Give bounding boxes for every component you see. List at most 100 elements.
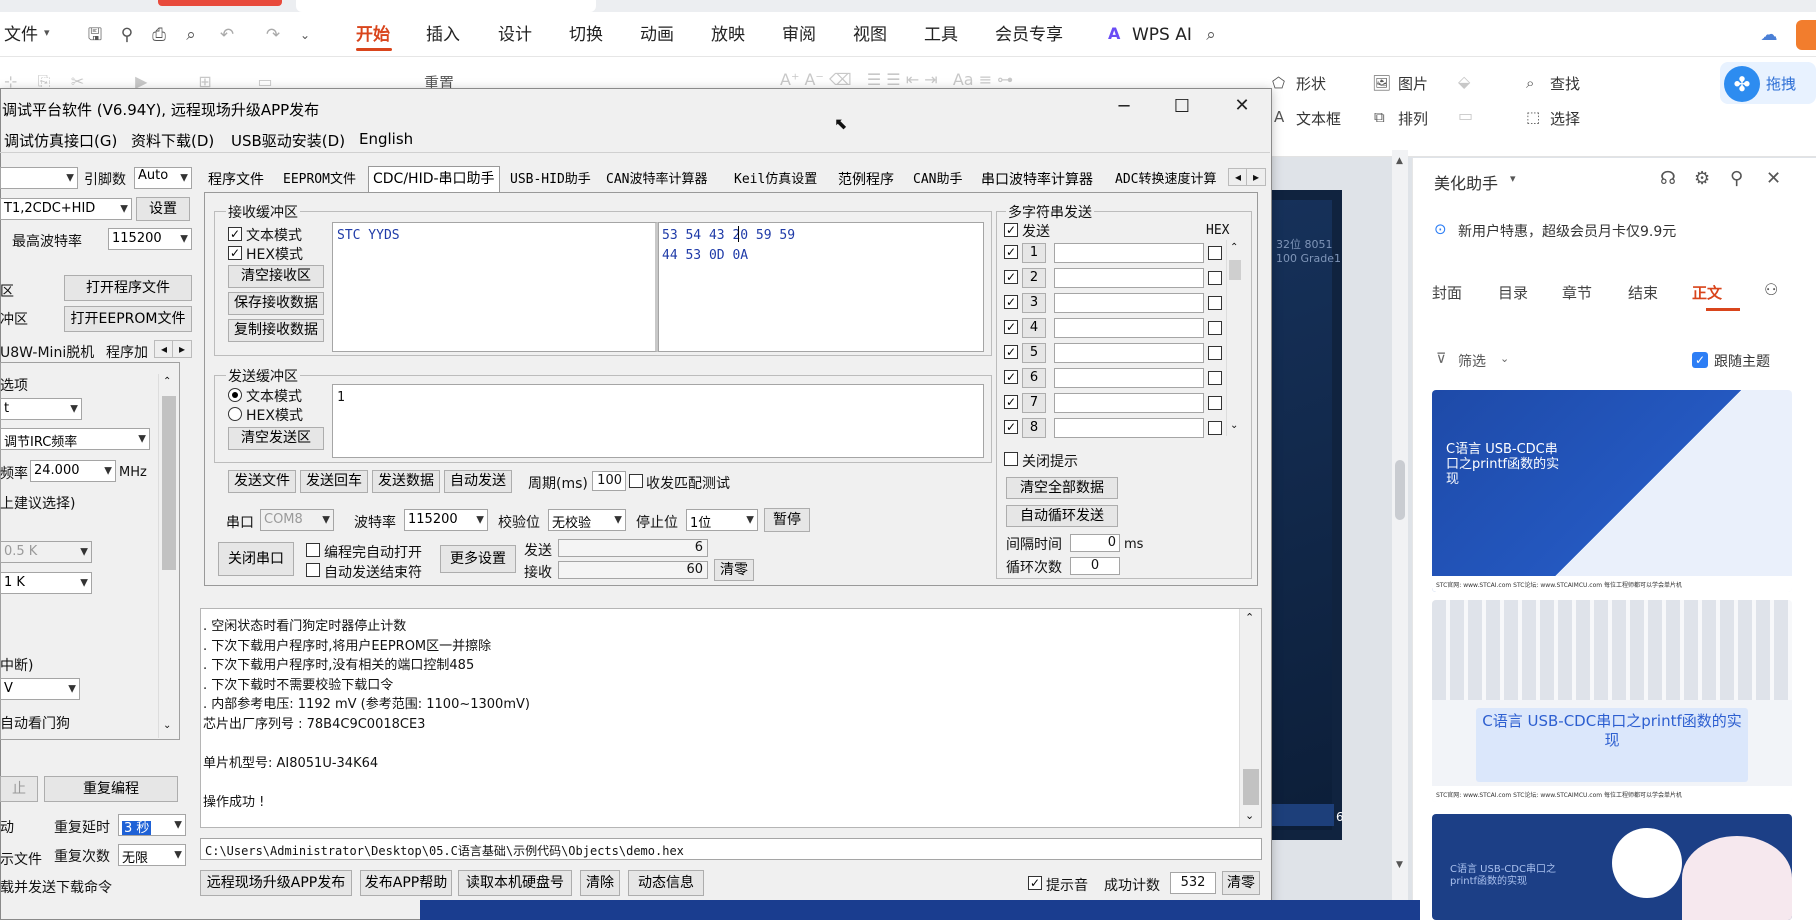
template-thumbnail-2[interactable]: C语言 USB-CDC串口之printf函数的实现 STC官网: www.STC… <box>1432 600 1792 802</box>
auto-send-end-checkbox[interactable] <box>306 563 320 577</box>
wps-document-tab-red[interactable] <box>158 0 282 6</box>
scroll-thumb[interactable] <box>1395 460 1405 520</box>
send-return-button[interactable]: 发送回车 <box>300 470 368 493</box>
multi-row-hex-checkbox[interactable] <box>1208 271 1222 285</box>
multi-row-enable-checkbox[interactable]: ✓ <box>1004 370 1018 384</box>
follow-theme-checkbox[interactable]: ✓ <box>1692 352 1708 368</box>
save-icon[interactable]: 🖫 <box>82 22 108 48</box>
multi-row-input[interactable] <box>1054 368 1204 388</box>
scroll-down-icon[interactable]: ⌄ <box>163 720 171 731</box>
parity-select[interactable]: 无校验 ▼ <box>548 509 626 531</box>
tab-scroll-right-icon[interactable]: ▸ <box>1246 168 1266 186</box>
promo-text[interactable]: 新用户特惠，超级会员月卡仅9.9元 <box>1458 221 1676 241</box>
clear-all-data-button[interactable]: 清空全部数据 <box>1006 477 1118 499</box>
shape-icon[interactable]: ⬠ <box>1272 74 1285 92</box>
tab-scroll-right-icon[interactable]: ▸ <box>172 340 192 358</box>
multi-row-input[interactable] <box>1054 393 1204 413</box>
tab-keil-settings[interactable]: Keil仿真设置 <box>734 168 817 192</box>
arrange-icon[interactable]: ⧉ <box>1374 108 1385 126</box>
tab-cdc-hid-serial[interactable]: CDC/HID-串口助手 <box>368 166 500 193</box>
multi-row-send-button[interactable]: 7 <box>1022 393 1046 413</box>
picture-icon[interactable]: 🖼 <box>1372 74 1391 92</box>
publish-help-button[interactable]: 发布APP帮助 <box>360 870 452 896</box>
open-eeprom-file-button[interactable]: 打开EEPROM文件 <box>64 306 192 332</box>
read-disk-id-button[interactable]: 读取本机硬盘号 <box>458 870 572 896</box>
undo-icon[interactable]: ↶ <box>214 22 240 48</box>
scroll-down-icon[interactable]: ▼ <box>1396 860 1403 870</box>
textbox-icon[interactable]: A <box>1274 108 1284 126</box>
multi-row-hex-checkbox[interactable] <box>1208 421 1222 435</box>
ribbon-picture[interactable]: 图片 <box>1398 73 1428 95</box>
wps-menu-home[interactable]: 开始 <box>356 22 390 48</box>
wps-menu-slideshow[interactable]: 放映 <box>711 22 745 48</box>
close-icon[interactable]: ✕ <box>1766 168 1781 189</box>
assistant-tab-chapter[interactable]: 章节 <box>1562 282 1592 303</box>
tab-scroll-left-icon[interactable]: ◂ <box>1228 168 1248 186</box>
reprogram-button[interactable]: 重复编程 <box>44 776 178 802</box>
multi-row-send-button[interactable]: 6 <box>1022 368 1046 388</box>
wps-menu-transition[interactable]: 切换 <box>569 22 603 48</box>
voltage-combo[interactable]: V ▼ <box>0 678 80 700</box>
eeprom-size-combo[interactable]: 0.5 K ▼ <box>0 541 92 563</box>
port-combo[interactable]: T1,2CDC+HID ▼ <box>0 198 132 220</box>
wps-menu-file[interactable]: 文件 <box>4 22 38 48</box>
clear-log-button[interactable]: 清除 <box>580 870 620 896</box>
maximize-button[interactable]: ☐ <box>1162 96 1202 117</box>
assistant-tab-body[interactable]: 正文 <box>1692 282 1722 303</box>
scroll-down-icon[interactable]: ⌄ <box>1230 420 1238 431</box>
beep-checkbox[interactable]: ✓ <box>1028 876 1042 890</box>
chevron-down-icon[interactable]: ⌄ <box>292 22 318 48</box>
redo-icon[interactable]: ↷ <box>260 22 286 48</box>
multi-row-enable-checkbox[interactable]: ✓ <box>1004 270 1018 284</box>
tab-uart-baud-calc[interactable]: 串口波特率计算器 <box>981 168 1093 192</box>
scroll-up-icon[interactable]: ▲ <box>1396 156 1403 166</box>
close-hint-checkbox[interactable] <box>1004 452 1018 466</box>
multi-row-hex-checkbox[interactable] <box>1208 371 1222 385</box>
tab-program-file[interactable]: 程序文件 <box>208 168 264 192</box>
tab-can-helper[interactable]: CAN助手 <box>913 168 962 192</box>
multi-string-scrollbar[interactable]: ⌃ ⌄ <box>1226 240 1242 436</box>
ribbon-find[interactable]: 查找 <box>1550 73 1580 95</box>
match-test-checkbox[interactable] <box>629 474 643 488</box>
wps-document-tab-active[interactable] <box>296 0 596 12</box>
auto-loop-send-button[interactable]: 自动循环发送 <box>1006 505 1118 527</box>
ribbon-select[interactable]: 选择 <box>1550 108 1580 130</box>
tab-can-baud-calc[interactable]: CAN波特率计算器 <box>606 168 707 192</box>
gear-icon[interactable]: ⚙ <box>1694 168 1710 189</box>
open-program-file-button[interactable]: 打开程序文件 <box>64 275 192 301</box>
multi-row-send-button[interactable]: 2 <box>1022 268 1046 288</box>
chevron-down-icon[interactable]: ⌄ <box>1500 352 1509 365</box>
irc-frequency-combo[interactable]: 调节IRC频率 ▼ <box>0 428 150 450</box>
filter-icon[interactable]: ⊽ <box>1436 351 1446 367</box>
log-scrollbar[interactable]: ⌃ ⌄ <box>1239 609 1261 827</box>
filter-label[interactable]: 筛选 <box>1458 351 1486 371</box>
multi-row-input[interactable] <box>1054 268 1204 288</box>
template-thumbnail-3[interactable]: C语言 USB-CDC串口之printf函数的实现 <box>1432 814 1792 920</box>
multi-row-input[interactable] <box>1054 418 1204 438</box>
multi-row-input[interactable] <box>1054 243 1204 263</box>
search-icon[interactable]: ⌕ <box>1198 22 1224 48</box>
copy-receive-button[interactable]: 复制接收数据 <box>228 319 324 342</box>
tab-program-encrypt[interactable]: 程序加 <box>106 342 148 362</box>
assistant-tab-cover[interactable]: 封面 <box>1432 282 1462 303</box>
send-data-button[interactable]: 发送数据 <box>372 470 440 493</box>
repeat-delay-combo[interactable]: 3 秒 ▼ <box>118 814 186 836</box>
scroll-up-icon[interactable]: ⌃ <box>1245 611 1254 624</box>
option-combo-1[interactable]: t ▼ <box>0 398 82 420</box>
print-icon[interactable]: ⎙ <box>146 22 172 48</box>
close-button[interactable]: ✕ <box>1222 95 1262 116</box>
send-file-button[interactable]: 发送文件 <box>228 470 296 493</box>
repeat-count-combo[interactable]: 无限 ▼ <box>118 844 186 866</box>
clear-send-button[interactable]: 清空发送区 <box>228 427 324 450</box>
output-log[interactable]: . 空闲状态时看门狗定时器停止计数 . 下次下载用户程序时,将用户EEPROM区一… <box>200 608 1262 828</box>
auto-open-checkbox[interactable] <box>306 543 320 557</box>
cloud-upload-icon[interactable]: ☁ <box>1756 22 1782 48</box>
wps-menu-design[interactable]: 设计 <box>498 22 532 48</box>
multi-row-send-button[interactable]: 5 <box>1022 343 1046 363</box>
wps-menu-animation[interactable]: 动画 <box>640 22 674 48</box>
more-settings-button[interactable]: 更多设置 <box>440 545 516 573</box>
wps-menu-ai[interactable]: WPS AI <box>1132 22 1192 48</box>
multi-row-input[interactable] <box>1054 293 1204 313</box>
pin-icon[interactable]: ⚲ <box>1730 168 1743 189</box>
multi-row-hex-checkbox[interactable] <box>1208 346 1222 360</box>
